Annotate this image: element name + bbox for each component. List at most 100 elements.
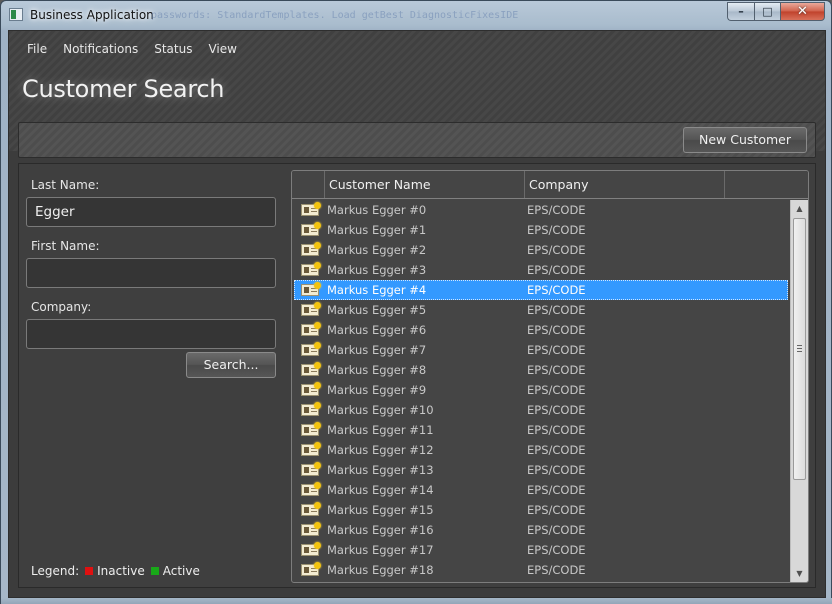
- card-icon-part: [314, 282, 321, 289]
- table-row[interactable]: Markus Egger #14 EPS/CODE: [292, 480, 790, 500]
- row-icon-cell: [301, 262, 321, 277]
- last-name-label: Last Name:: [31, 178, 100, 192]
- table-row[interactable]: Markus Egger #7 EPS/CODE: [292, 340, 790, 360]
- card-icon-part: [314, 262, 321, 269]
- table-row[interactable]: Markus Egger #2 EPS/CODE: [292, 240, 790, 260]
- business-card-icon: [301, 342, 321, 356]
- menu-notifications[interactable]: Notifications: [55, 40, 146, 58]
- card-icon-part: [304, 387, 309, 393]
- company-cell: EPS/CODE: [527, 423, 586, 437]
- table-row[interactable]: Markus Egger #6 EPS/CODE: [292, 320, 790, 340]
- business-card-icon: [301, 302, 321, 316]
- business-card-icon: [301, 322, 321, 336]
- minimize-button[interactable]: –: [727, 2, 754, 21]
- table-row[interactable]: Markus Egger #13 EPS/CODE: [292, 460, 790, 480]
- row-icon-cell: [301, 562, 321, 577]
- customer-name-cell: Markus Egger #0: [327, 203, 427, 217]
- business-card-icon: [301, 242, 321, 256]
- company-input[interactable]: [26, 319, 276, 349]
- card-icon-part: [304, 327, 309, 333]
- card-icon-part: [314, 422, 321, 429]
- new-customer-button[interactable]: New Customer: [683, 127, 807, 153]
- table-row[interactable]: Markus Egger #12 EPS/CODE: [292, 440, 790, 460]
- customer-name-cell: Markus Egger #16: [327, 523, 434, 537]
- row-icon-cell: [301, 282, 321, 297]
- application-window: Business Application passwords: Standard…: [0, 0, 832, 604]
- card-icon-part: [304, 567, 309, 573]
- table-row[interactable]: Markus Egger #16 EPS/CODE: [292, 520, 790, 540]
- card-icon-part: [314, 522, 321, 529]
- card-icon-part: [314, 442, 321, 449]
- card-icon-part: [304, 367, 309, 373]
- table-row[interactable]: Markus Egger #4 EPS/CODE: [294, 280, 788, 300]
- card-icon-part: [311, 511, 317, 512]
- table-row[interactable]: Markus Egger #17 EPS/CODE: [292, 540, 790, 560]
- company-cell: EPS/CODE: [527, 343, 586, 357]
- business-card-icon: [301, 362, 321, 376]
- card-icon-part: [311, 291, 317, 292]
- app-icon[interactable]: [9, 8, 23, 21]
- menu-view[interactable]: View: [200, 40, 244, 58]
- menu-file[interactable]: File: [19, 40, 55, 58]
- first-name-input[interactable]: [26, 258, 276, 288]
- close-button[interactable]: ✕: [780, 2, 825, 21]
- scroll-down-icon[interactable]: ▼: [791, 565, 808, 582]
- table-row[interactable]: Markus Egger #5 EPS/CODE: [292, 300, 790, 320]
- card-icon-part: [304, 407, 309, 413]
- card-icon-part: [304, 227, 309, 233]
- table-row[interactable]: Markus Egger #8 EPS/CODE: [292, 360, 790, 380]
- customer-name-cell: Markus Egger #12: [327, 443, 434, 457]
- company-cell: EPS/CODE: [527, 443, 586, 457]
- title-bar[interactable]: Business Application passwords: Standard…: [1, 1, 831, 31]
- card-icon-part: [314, 462, 321, 469]
- company-cell: EPS/CODE: [527, 223, 586, 237]
- card-icon-part: [304, 507, 309, 513]
- card-icon-part: [311, 391, 317, 392]
- business-card-icon: [301, 402, 321, 416]
- table-row[interactable]: Markus Egger #11 EPS/CODE: [292, 420, 790, 440]
- first-name-label: First Name:: [31, 239, 100, 253]
- card-icon-part: [311, 331, 317, 332]
- card-icon-part: [314, 542, 321, 549]
- table-row[interactable]: Markus Egger #0 EPS/CODE: [292, 200, 790, 220]
- customer-name-cell: Markus Egger #8: [327, 363, 427, 377]
- search-panel: Last Name: First Name: Company: Search..…: [18, 163, 816, 588]
- company-cell: EPS/CODE: [527, 363, 586, 377]
- table-row[interactable]: Markus Egger #9 EPS/CODE: [292, 380, 790, 400]
- business-card-icon: [301, 562, 321, 576]
- scroll-thumb[interactable]: [793, 218, 806, 480]
- table-row[interactable]: Markus Egger #10 EPS/CODE: [292, 400, 790, 420]
- grip-icon: [797, 345, 802, 352]
- company-cell: EPS/CODE: [527, 563, 586, 577]
- table-row[interactable]: Markus Egger #18 EPS/CODE: [292, 560, 790, 580]
- business-card-icon: [301, 262, 321, 276]
- search-button[interactable]: Search...: [186, 352, 276, 378]
- column-header-company[interactable]: Company: [525, 171, 725, 198]
- window-title: Business Application: [30, 8, 154, 22]
- card-icon-part: [314, 482, 321, 489]
- card-icon-part: [304, 267, 309, 273]
- table-row[interactable]: Markus Egger #15 EPS/CODE: [292, 500, 790, 520]
- card-icon-part: [314, 562, 321, 569]
- last-name-input[interactable]: [26, 197, 276, 227]
- row-icon-cell: [301, 322, 321, 337]
- active-swatch-icon: [150, 567, 159, 575]
- maximize-button[interactable]: □: [754, 2, 780, 21]
- company-cell: EPS/CODE: [527, 243, 586, 257]
- menu-status[interactable]: Status: [146, 40, 200, 58]
- table-row[interactable]: Markus Egger #1 EPS/CODE: [292, 220, 790, 240]
- vertical-scrollbar[interactable]: ▲ ▼: [790, 200, 808, 582]
- customer-name-cell: Markus Egger #9: [327, 383, 427, 397]
- scroll-up-icon[interactable]: ▲: [791, 200, 808, 217]
- card-icon-part: [311, 311, 317, 312]
- company-cell: EPS/CODE: [527, 463, 586, 477]
- card-icon-part: [314, 322, 321, 329]
- table-row[interactable]: Markus Egger #3 EPS/CODE: [292, 260, 790, 280]
- card-icon-part: [304, 527, 309, 533]
- column-header-icon[interactable]: [292, 171, 325, 198]
- column-header-customer-name[interactable]: Customer Name: [325, 171, 525, 198]
- card-icon-part: [304, 307, 309, 313]
- customer-name-cell: Markus Egger #2: [327, 243, 427, 257]
- business-card-icon: [301, 522, 321, 536]
- maximize-icon: □: [762, 5, 773, 18]
